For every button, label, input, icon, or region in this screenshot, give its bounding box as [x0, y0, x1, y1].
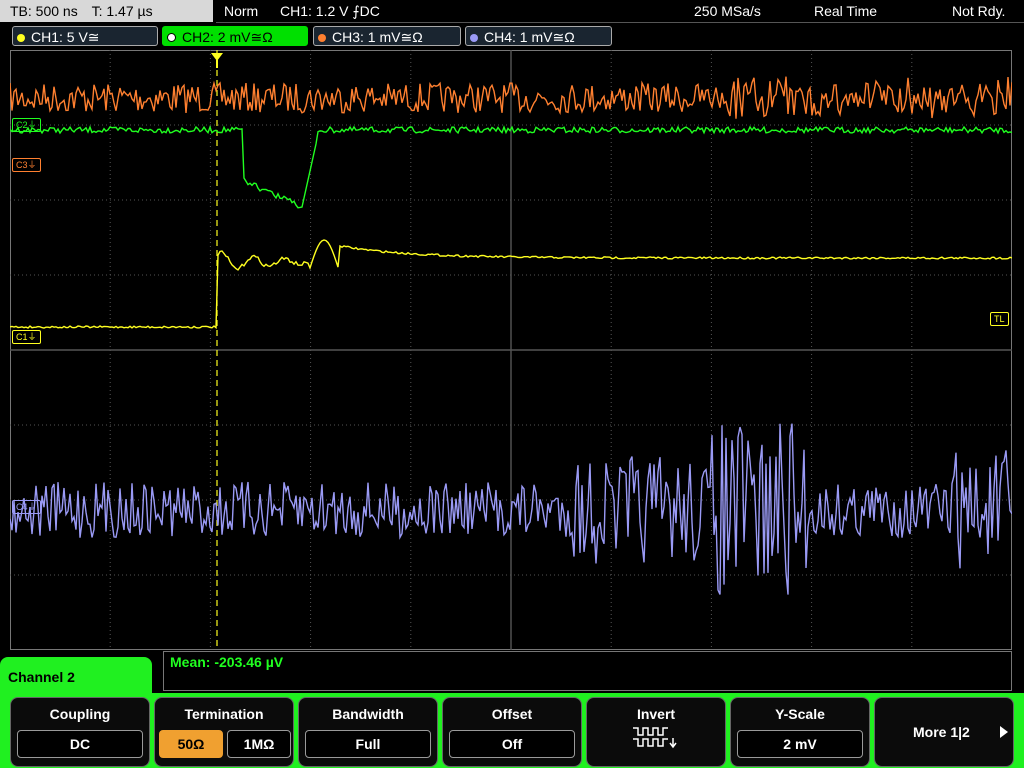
measurement-panel [163, 651, 1012, 691]
ch3-label: CH3: 1 mV≅Ω [332, 29, 423, 45]
trigger-level-marker[interactable]: TL [990, 312, 1009, 326]
invert-label: Invert [636, 706, 676, 722]
offset-value: Off [449, 730, 575, 758]
coupling-label: Coupling [49, 706, 111, 722]
offset-label: Offset [491, 706, 533, 722]
offset-softkey[interactable]: Offset Off [442, 697, 582, 767]
more-softkey[interactable]: More 1|2 [874, 697, 1014, 767]
invert-softkey[interactable]: Invert [586, 697, 726, 767]
status-bar: Norm CH1: 1.2 V ⨍DC 250 MSa/s Real Time … [216, 0, 1024, 23]
bandwidth-label: Bandwidth [332, 706, 404, 722]
coupling-value: DC [17, 730, 143, 758]
more-label: More 1|2 [913, 724, 970, 740]
yscale-value: 2 mV [737, 730, 863, 758]
coupling-softkey[interactable]: Coupling DC [10, 697, 150, 767]
termination-softkey[interactable]: Termination 50Ω 1MΩ [154, 697, 294, 767]
bandwidth-softkey[interactable]: Bandwidth Full [298, 697, 438, 767]
ch4-label: CH4: 1 mV≅Ω [484, 29, 575, 45]
channel-tab-ch2[interactable]: CH2: 2 mV≅Ω [162, 26, 308, 46]
acquisition-mode: Real Time [814, 3, 878, 19]
next-arrow-icon [1000, 726, 1008, 738]
bandwidth-value: Full [305, 730, 431, 758]
ch2-ground-marker[interactable]: C2⏚ [12, 118, 41, 132]
waveform-plot [10, 50, 1012, 650]
mean-measurement: Mean: -203.46 µV [170, 654, 284, 670]
ch2-dot-icon [167, 33, 176, 42]
ch1-label: CH1: 5 V≅ [31, 29, 100, 45]
ready-status: Not Rdy. [952, 3, 1006, 19]
ch2-label: CH2: 2 mV≅Ω [182, 29, 273, 45]
ch3-ground-marker[interactable]: C3⏚ [12, 158, 41, 172]
invert-waveform-icon [633, 727, 677, 749]
channel-tab-ch4[interactable]: CH4: 1 mV≅Ω [465, 26, 612, 46]
timebase-value: TB: 500 ns [10, 3, 78, 19]
yscale-label: Y-Scale [775, 706, 825, 722]
ch4-ground-marker[interactable]: C4⏚ [12, 500, 41, 514]
channel-tab-ch1[interactable]: CH1: 5 V≅ [12, 26, 158, 46]
sample-rate: 250 MSa/s [694, 3, 761, 19]
trigger-position-icon[interactable] [210, 52, 224, 68]
ch4-dot-icon [470, 34, 478, 42]
timebase-box[interactable]: TB: 500 ns T: 1.47 µs [0, 0, 213, 22]
trigger-time-value: T: 1.47 µs [91, 3, 153, 19]
waveform-display[interactable] [10, 50, 1012, 650]
menu-title: Channel 2 [0, 657, 152, 699]
channel-tab-ch3[interactable]: CH3: 1 mV≅Ω [313, 26, 461, 46]
ch1-dot-icon [17, 34, 25, 42]
yscale-softkey[interactable]: Y-Scale 2 mV [730, 697, 870, 767]
ch3-dot-icon [318, 34, 326, 42]
termination-50ohm[interactable]: 50Ω [159, 730, 223, 758]
trigger-source[interactable]: CH1: 1.2 V ⨍DC [280, 0, 380, 22]
termination-label: Termination [184, 706, 264, 722]
trigger-mode[interactable]: Norm [224, 0, 258, 22]
termination-1mohm[interactable]: 1MΩ [227, 730, 291, 758]
ch1-ground-marker[interactable]: C1⏚ [12, 330, 41, 344]
